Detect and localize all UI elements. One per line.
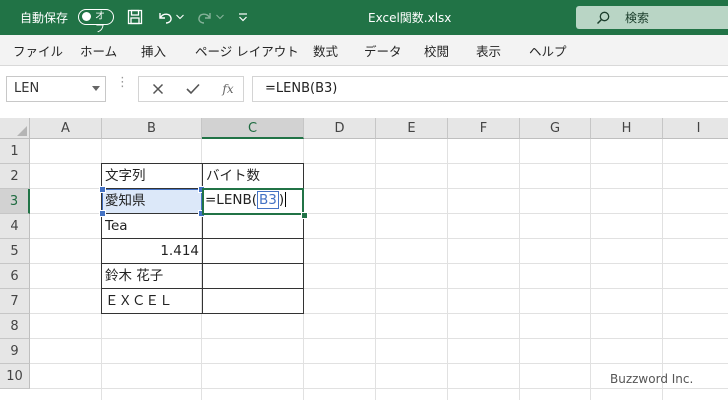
cell-b3[interactable]: 愛知県 — [102, 189, 202, 214]
gridline — [30, 338, 728, 339]
gridline — [519, 139, 520, 400]
customize-toolbar-icon[interactable] — [232, 6, 254, 28]
enter-check-icon[interactable] — [182, 80, 204, 98]
formula-input[interactable]: =LENB(B3) — [252, 76, 728, 102]
row-header-9[interactable]: 9 — [0, 339, 30, 364]
column-header-a[interactable]: A — [30, 118, 102, 139]
column-header-h[interactable]: H — [591, 118, 663, 139]
tab-data[interactable]: データ — [364, 41, 402, 60]
search-placeholder: 検索 — [625, 11, 650, 25]
gridline — [30, 363, 728, 364]
formula-bar-area: LEN ⋮ fx =LENB(B3) — [0, 66, 728, 118]
edit-reference-b3: B3 — [257, 191, 279, 209]
cell-c3-editor[interactable]: =LENB(B3) — [205, 191, 287, 209]
cell-b4[interactable]: Tea — [102, 214, 202, 239]
gridline — [662, 139, 663, 400]
column-header-g[interactable]: G — [520, 118, 591, 139]
tab-insert[interactable]: 挿入 — [141, 41, 166, 60]
name-box[interactable]: LEN — [6, 76, 106, 102]
autosave-label: 自動保存 — [20, 11, 69, 25]
row-header-10[interactable]: 10 — [0, 364, 30, 389]
select-all-triangle-icon — [17, 126, 27, 136]
edit-prefix: =LENB( — [205, 192, 257, 208]
chevron-down-icon[interactable] — [92, 86, 100, 91]
splitter-dots-icon[interactable]: ⋮ — [116, 76, 129, 89]
formula-buttons: fx — [138, 76, 244, 102]
search-box[interactable]: 検索 — [576, 6, 728, 29]
cell-b2[interactable]: 文字列 — [102, 164, 202, 189]
column-header-i[interactable]: I — [663, 118, 728, 139]
tab-home[interactable]: ホーム — [80, 41, 117, 60]
cancel-icon[interactable] — [147, 80, 169, 98]
column-header-c[interactable]: C — [202, 118, 304, 139]
file-name: Excel関数.xlsx — [368, 11, 452, 25]
insert-function-icon[interactable]: fx — [217, 80, 239, 98]
toggle-knob — [82, 12, 91, 21]
redo-dropdown-icon — [214, 6, 226, 28]
row-header-5[interactable]: 5 — [0, 239, 30, 264]
row-header-4[interactable]: 4 — [0, 214, 30, 239]
title-bar: 自動保存 オフ Excel関数.xlsx 検索 — [0, 0, 728, 35]
edit-suffix: ) — [278, 192, 285, 208]
tab-file[interactable]: ファイル — [13, 41, 63, 60]
fill-handle[interactable] — [301, 212, 308, 219]
row-header-8[interactable]: 8 — [0, 314, 30, 339]
tab-formulas[interactable]: 数式 — [313, 41, 338, 60]
ribbon-tabs: ファイル ホーム 挿入 ページ レイアウト 数式 データ 校閲 表示 ヘルプ — [0, 35, 728, 66]
name-box-value: LEN — [14, 81, 40, 96]
gridline — [590, 139, 591, 400]
select-all-button[interactable] — [0, 118, 30, 139]
row-header-6[interactable]: 6 — [0, 264, 30, 289]
save-icon[interactable] — [124, 6, 146, 28]
gridline — [30, 388, 728, 389]
column-header-e[interactable]: E — [376, 118, 448, 139]
column-header-f[interactable]: F — [448, 118, 520, 139]
cell-b7[interactable]: ＥＸＣＥＬ — [102, 289, 202, 314]
redo-icon — [194, 6, 216, 28]
row-header-2[interactable]: 2 — [0, 164, 30, 189]
tab-page-layout[interactable]: ページ レイアウト — [195, 41, 299, 60]
row-header-7[interactable]: 7 — [0, 289, 30, 314]
text-caret — [285, 192, 287, 207]
gridline — [447, 139, 448, 400]
formula-text: =LENB(B3) — [265, 81, 338, 96]
column-header-b[interactable]: B — [102, 118, 202, 139]
autosave-toggle[interactable]: オフ — [78, 9, 114, 35]
tab-help[interactable]: ヘルプ — [529, 41, 567, 60]
cell-b5[interactable]: 1.414 — [102, 239, 202, 264]
cell-b6[interactable]: 鈴木 花子 — [102, 264, 202, 289]
tab-view[interactable]: 表示 — [476, 41, 501, 60]
search-icon — [596, 11, 610, 25]
undo-icon[interactable] — [154, 6, 176, 28]
worksheet-grid[interactable]: A B C D E F G H I 1 2 3 4 5 6 7 8 9 10 文… — [0, 118, 728, 400]
autosave-state: オフ — [95, 11, 105, 35]
row-header-1[interactable]: 1 — [0, 139, 30, 164]
row-header-3[interactable]: 3 — [0, 189, 30, 214]
column-header-d[interactable]: D — [304, 118, 376, 139]
watermark: Buzzword Inc. — [610, 372, 694, 386]
gridline — [375, 139, 376, 400]
tab-review[interactable]: 校閲 — [424, 41, 449, 60]
undo-dropdown-icon[interactable] — [174, 6, 186, 28]
cell-c2[interactable]: バイト数 — [203, 164, 303, 189]
